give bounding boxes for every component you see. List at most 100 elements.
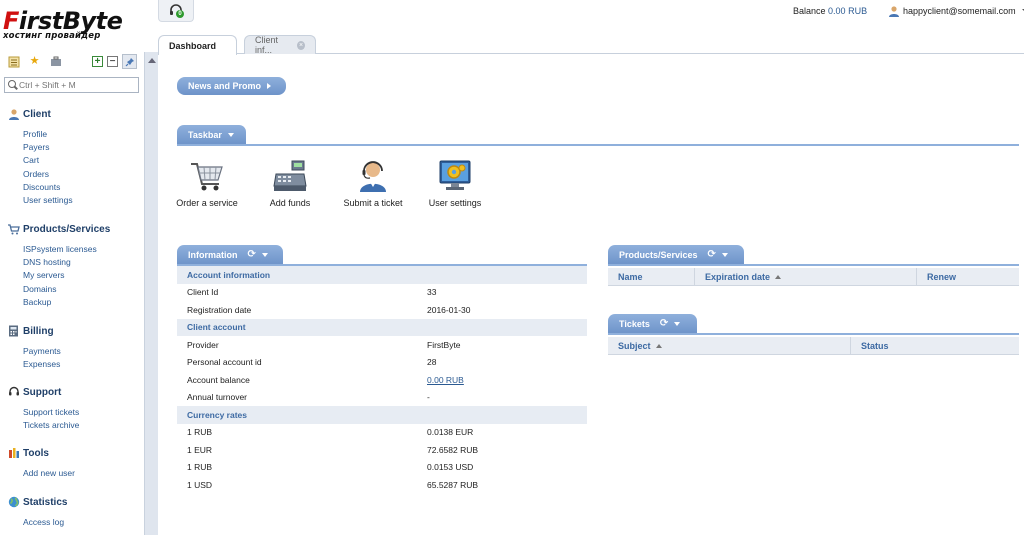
- news-promo-button[interactable]: News and Promo: [177, 77, 286, 95]
- products-services-title: Products/Services: [619, 250, 698, 260]
- row-value: 0.0153 USD: [427, 462, 474, 473]
- row-value: 65.5287 RUB: [427, 479, 479, 490]
- products-divider: [608, 264, 1019, 266]
- user-menu[interactable]: happyclient@somemail.com: [888, 5, 1024, 17]
- user-avatar-icon: [889, 6, 899, 17]
- account-balance-link[interactable]: 0.00 RUB: [427, 375, 464, 385]
- sort-ascending-icon: [775, 275, 782, 279]
- row-label: Personal account id: [187, 357, 262, 368]
- refresh-icon[interactable]: ⟳: [708, 250, 716, 260]
- sidebar-item-support-tickets[interactable]: Support tickets: [23, 407, 79, 418]
- information-header[interactable]: Information ⟳: [177, 245, 283, 265]
- sidebar-group-client[interactable]: Client: [7, 107, 51, 121]
- task-user-settings[interactable]: User settings: [420, 158, 490, 208]
- taskbar-header[interactable]: Taskbar: [177, 125, 246, 145]
- chevron-down-icon[interactable]: [261, 253, 268, 257]
- sidebar-group-label: Billing: [23, 325, 54, 337]
- search-input[interactable]: [19, 80, 137, 90]
- sidebar-item-backup[interactable]: Backup: [23, 297, 51, 308]
- refresh-icon[interactable]: ⟳: [660, 319, 668, 329]
- chevron-down-icon[interactable]: [674, 322, 681, 326]
- monitor-settings-icon: [439, 160, 471, 190]
- menu-tree-icon[interactable]: [7, 55, 20, 68]
- sidebar-item-ispsystem-licenses[interactable]: ISPsystem licenses: [23, 244, 97, 255]
- table-row: Personal account id 28: [177, 354, 587, 372]
- table-row: 1 EUR 72.6582 RUB: [177, 441, 587, 459]
- tickets-header[interactable]: Tickets ⟳: [608, 314, 697, 334]
- group-account-info: Account information: [177, 266, 587, 284]
- search-icon: [5, 78, 19, 92]
- sidebar-item-profile[interactable]: Profile: [23, 129, 47, 140]
- table-row: 1 RUB 0.0153 USD: [177, 459, 587, 477]
- balance-value[interactable]: 0.00 RUB: [828, 6, 867, 16]
- table-row: Annual turnover -: [177, 389, 587, 407]
- sidebar-group-label: Statistics: [23, 496, 68, 508]
- sidebar-item-discounts[interactable]: Discounts: [23, 182, 60, 193]
- collapse-all-icon[interactable]: −: [107, 56, 118, 67]
- task-label: User settings: [428, 198, 482, 208]
- products-services-header[interactable]: Products/Services ⟳: [608, 245, 744, 265]
- sidebar-group-support[interactable]: Support: [7, 385, 61, 399]
- brand-logo[interactable]: FirstByte хостинг провайдер: [3, 8, 143, 44]
- briefcase-icon[interactable]: [49, 55, 62, 68]
- group-currency-rates: Currency rates: [177, 406, 587, 424]
- close-icon[interactable]: ×: [297, 40, 305, 50]
- sidebar-item-expenses[interactable]: Expenses: [23, 359, 60, 370]
- sidebar-item-orders[interactable]: Orders: [23, 169, 49, 180]
- tab-client-info[interactable]: Client inf... ×: [244, 35, 316, 55]
- sidebar-item-tickets-archive[interactable]: Tickets archive: [23, 420, 79, 431]
- tab-label: Client inf...: [255, 35, 279, 55]
- user-email: happyclient@somemail.com: [903, 6, 1016, 16]
- pin-icon[interactable]: [122, 54, 137, 69]
- favorites-star-icon[interactable]: ★: [28, 55, 41, 68]
- task-submit-ticket[interactable]: Submit a ticket: [338, 158, 408, 208]
- sidebar-group-label: Tools: [23, 447, 49, 459]
- sidebar-item-payers[interactable]: Payers: [23, 142, 49, 153]
- column-renew[interactable]: Renew: [917, 268, 1019, 286]
- news-promo-label: News and Promo: [188, 81, 262, 91]
- sidebar-group-tools[interactable]: Tools: [7, 446, 49, 460]
- support-button[interactable]: 0: [158, 0, 194, 22]
- sidebar-group-statistics[interactable]: Statistics: [7, 495, 67, 509]
- sidebar-item-dns-hosting[interactable]: DNS hosting: [23, 257, 71, 268]
- cash-register-icon: [273, 160, 307, 191]
- task-label: Submit a ticket: [343, 198, 403, 208]
- sidebar-item-user-settings[interactable]: User settings: [23, 195, 73, 206]
- chevron-down-icon[interactable]: [227, 133, 234, 137]
- chevron-down-icon[interactable]: [721, 253, 728, 257]
- menu-search[interactable]: [4, 77, 139, 93]
- row-label: Client Id: [187, 287, 219, 298]
- tab-label: Dashboard: [169, 40, 217, 51]
- table-row: 1 RUB 0.0138 EUR: [177, 424, 587, 442]
- tickets-divider: [608, 333, 1019, 335]
- task-label: Add funds: [269, 198, 311, 208]
- sidebar-scrollbar[interactable]: [144, 52, 158, 535]
- globe-icon: [7, 496, 20, 509]
- row-value: 0.0138 EUR: [427, 427, 474, 438]
- headset-icon: [7, 386, 20, 399]
- column-label: Name: [618, 272, 643, 282]
- row-label: 1 RUB: [187, 427, 213, 438]
- column-subject[interactable]: Subject: [608, 337, 851, 355]
- sidebar-item-access-log[interactable]: Access log: [23, 517, 64, 528]
- sidebar-item-cart[interactable]: Cart: [23, 155, 39, 166]
- refresh-icon[interactable]: ⟳: [248, 250, 256, 260]
- tab-dashboard[interactable]: Dashboard: [158, 35, 237, 55]
- expand-all-icon[interactable]: +: [92, 56, 103, 67]
- sidebar-group-products[interactable]: Products/Services: [7, 222, 110, 236]
- sidebar-item-domains[interactable]: Domains: [23, 284, 57, 295]
- column-status[interactable]: Status: [851, 337, 1019, 355]
- scroll-up-icon[interactable]: [148, 58, 156, 63]
- column-expiration-date[interactable]: Expiration date: [695, 268, 917, 286]
- task-order-service[interactable]: Order a service: [172, 158, 242, 208]
- sidebar: ★ + − Client Profile Payers Cart Orders …: [0, 52, 144, 535]
- column-name[interactable]: Name: [608, 268, 695, 286]
- task-add-funds[interactable]: Add funds: [255, 158, 325, 208]
- table-row: Registration date 2016-01-30: [177, 301, 587, 319]
- row-value: 33: [427, 287, 437, 298]
- column-label: Expiration date: [705, 272, 771, 282]
- sidebar-group-billing[interactable]: Billing: [7, 324, 54, 338]
- sidebar-item-payments[interactable]: Payments: [23, 346, 61, 357]
- sidebar-item-add-new-user[interactable]: Add new user: [23, 468, 75, 479]
- sidebar-item-my-servers[interactable]: My servers: [23, 270, 65, 281]
